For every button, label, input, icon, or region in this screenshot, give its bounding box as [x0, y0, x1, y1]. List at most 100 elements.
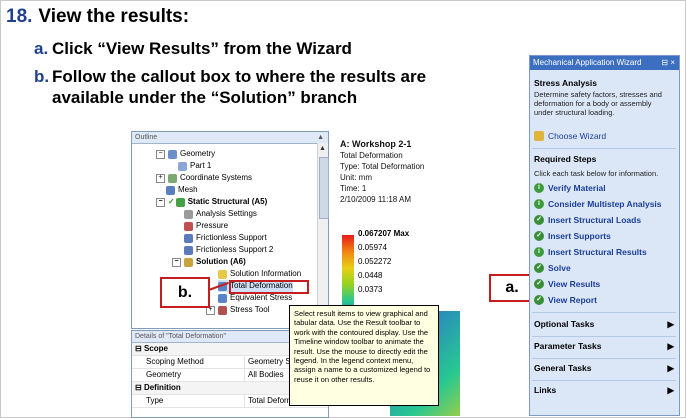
- wizard-step-insert-results[interactable]: i Insert Structural Results: [534, 247, 647, 257]
- outline-scrollbar[interactable]: ▲: [317, 143, 329, 327]
- result-header: A: Workshop 2-1 Total Deformation Type: …: [340, 139, 424, 205]
- result-tooltip: Select result items to view graphical an…: [289, 305, 439, 406]
- tree-item-stress-tool[interactable]: + Stress Tool: [206, 304, 269, 316]
- wizard-instruction: Click each task below for information.: [534, 169, 659, 178]
- tree-label: Part 1: [190, 161, 212, 170]
- info-icon: i: [534, 183, 544, 193]
- wizard-step-label: View Report: [548, 295, 597, 305]
- tree-item-pressure[interactable]: Pressure: [184, 220, 228, 232]
- result-line: 2/10/2009 11:18 AM: [340, 195, 412, 204]
- wizard-step-label: Insert Structural Loads: [548, 215, 642, 225]
- geometry-icon: [168, 149, 177, 159]
- solution-icon: [184, 257, 193, 267]
- arrow-right-icon: ▶: [667, 319, 674, 329]
- wizard-titlebar: Mechanical Application Wizard ⊟ ×: [530, 56, 679, 70]
- wizard-step-view-report[interactable]: ✓ View Report: [534, 295, 597, 305]
- check-icon: ✓: [534, 295, 544, 305]
- tree-item-part1[interactable]: Part 1: [178, 160, 211, 172]
- wizard-panel: Mechanical Application Wizard ⊟ × Stress…: [529, 55, 680, 416]
- legend-value: 0.067207 Max: [358, 229, 410, 238]
- collapse-icon[interactable]: ⊟: [135, 344, 142, 353]
- wizard-optional-tasks[interactable]: Optional Tasks ▶: [530, 319, 679, 330]
- tree-label: Stress Tool: [230, 305, 270, 314]
- tree-label: Solution Information: [230, 269, 302, 278]
- wizard-step-insert-supports[interactable]: ✓ Insert Supports: [534, 231, 611, 241]
- check-icon: ✓: [534, 231, 544, 241]
- tree-label: Frictionless Support 2: [196, 245, 274, 254]
- tree-label: Pressure: [196, 221, 229, 230]
- wizard-window-controls[interactable]: ⊟ ×: [661, 56, 675, 70]
- tree-item-static-structural[interactable]: − ✓ Static Structural (A5): [156, 196, 267, 208]
- tree-label: Coordinate Systems: [180, 173, 253, 182]
- folder-icon: [534, 131, 544, 141]
- result-line: Type: Total Deformation: [340, 162, 425, 171]
- wizard-step-label: Insert Supports: [548, 231, 611, 241]
- static-structural-icon: [175, 197, 185, 207]
- support-icon: [184, 233, 193, 243]
- check-icon: ✓: [534, 279, 544, 289]
- wizard-step-solve[interactable]: ✓ Solve: [534, 263, 571, 273]
- coordinate-systems-icon: [168, 173, 177, 183]
- step-heading: View the results:: [38, 6, 190, 27]
- choose-wizard-label: Choose Wizard: [548, 131, 607, 141]
- expand-icon[interactable]: +: [156, 173, 165, 183]
- legend-value: 0.05974: [358, 243, 387, 252]
- wizard-description: Determine safety factors, stresses and d…: [534, 90, 662, 117]
- step-title: 18. View the results:: [6, 6, 189, 28]
- wizard-parameter-tasks[interactable]: Parameter Tasks ▶: [530, 341, 679, 352]
- divider: [532, 336, 676, 337]
- collapse-icon[interactable]: −: [156, 149, 165, 159]
- scroll-thumb[interactable]: [319, 157, 329, 219]
- check-icon: ✓: [168, 197, 175, 206]
- part-icon: [178, 161, 187, 171]
- details-label: Type: [132, 395, 245, 407]
- wizard-step-view-results[interactable]: ✓ View Results: [534, 279, 600, 289]
- instruction-b-text-2: available under the “Solution” branch: [52, 88, 358, 107]
- info-icon: i: [534, 247, 544, 257]
- collapse-icon[interactable]: ⊟: [135, 383, 142, 392]
- pin-icon[interactable]: ▲: [317, 132, 324, 143]
- wizard-step-label: Consider Multistep Analysis: [548, 199, 662, 209]
- collapse-icon[interactable]: −: [172, 257, 181, 267]
- info-icon: i: [534, 199, 544, 209]
- legend-value: 0.0448: [358, 271, 383, 280]
- choose-wizard-link[interactable]: Choose Wizard: [534, 131, 606, 141]
- step-number: 18.: [6, 6, 33, 27]
- tree-item-solution[interactable]: − Solution (A6): [172, 256, 246, 268]
- pressure-icon: [184, 221, 193, 231]
- wizard-links[interactable]: Links ▶: [530, 385, 679, 396]
- tree-label: Analysis Settings: [196, 209, 257, 218]
- scroll-up-icon[interactable]: ▲: [319, 145, 326, 152]
- tree-item-mesh[interactable]: Mesh: [166, 184, 198, 196]
- tree-label: Solution (A6): [196, 257, 246, 266]
- wizard-tail-label: Links: [534, 385, 557, 395]
- legend-value: 0.0373: [358, 285, 383, 294]
- tree-item-analysis-settings[interactable]: Analysis Settings: [184, 208, 257, 220]
- instruction-a: a. Click “View Results” from the Wizard: [34, 38, 504, 59]
- result-title: A: Workshop 2-1: [340, 139, 412, 149]
- wizard-general-tasks[interactable]: General Tasks ▶: [530, 363, 679, 374]
- tree-label: Frictionless Support: [196, 233, 267, 242]
- details-label: Geometry: [132, 369, 245, 381]
- wizard-step-insert-loads[interactable]: ✓ Insert Structural Loads: [534, 215, 641, 225]
- wizard-step-verify-material[interactable]: i Verify Material: [534, 183, 606, 193]
- group-label: Scope: [143, 344, 168, 353]
- analysis-settings-icon: [184, 209, 193, 219]
- details-value[interactable]: All Bodies: [245, 369, 284, 381]
- legend-value: 0.052272: [358, 257, 392, 266]
- wizard-step-label: Verify Material: [548, 183, 606, 193]
- tree-item-solution-information[interactable]: Solution Information: [218, 268, 301, 280]
- result-line: Total Deformation: [340, 151, 403, 160]
- divider: [532, 312, 676, 313]
- tree-item-geometry[interactable]: − Geometry: [156, 148, 215, 160]
- wizard-step-consider-multistep[interactable]: i Consider Multistep Analysis: [534, 199, 662, 209]
- divider: [532, 358, 676, 359]
- collapse-icon[interactable]: −: [156, 197, 165, 207]
- instruction-a-text: Click “View Results” from the Wizard: [52, 39, 352, 58]
- instruction-b-letter: b.: [34, 67, 50, 86]
- tree-item-frictionless-support-2[interactable]: Frictionless Support 2: [184, 244, 273, 256]
- stress-tool-icon: [218, 305, 227, 315]
- tree-item-coordinate-systems[interactable]: + Coordinate Systems: [156, 172, 252, 184]
- wizard-section-stress-analysis: Stress Analysis: [534, 78, 597, 88]
- tree-item-frictionless-support[interactable]: Frictionless Support: [184, 232, 267, 244]
